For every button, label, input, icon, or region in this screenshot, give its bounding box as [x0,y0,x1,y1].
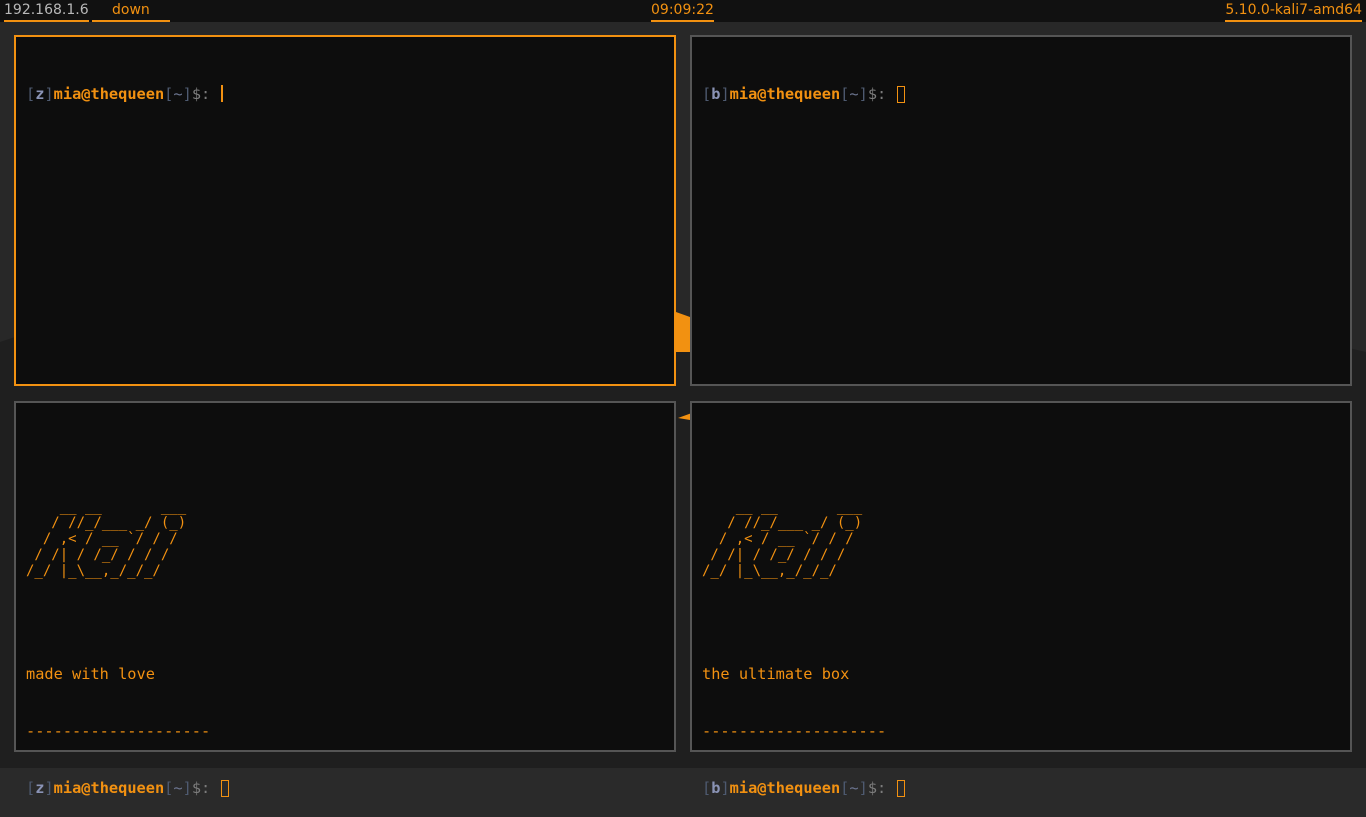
terminal-bottom-left[interactable]: __ __ ___ / //_/___ _/ (_) / ,< / __ `/ … [14,401,676,797]
clock: 09:09:22 [651,0,714,22]
kernel-version: 5.10.0-kali7-amd64 [1225,0,1362,22]
prompt-line: [b]mia@thequeen[~]$: [702,85,1340,104]
text-cursor [897,780,906,797]
prompt-dir: ~ [849,779,859,797]
status-bar: 192.168.1.6 down 09:09:22 5.10.0-kali7-a… [0,0,1366,22]
prompt-user-host: mia@thequeen [53,779,165,797]
session-tag: b [711,779,721,797]
session-tag: z [35,779,45,797]
network-status-indicator[interactable]: down [92,0,170,22]
terminal-top-left[interactable]: [z]mia@thequeen[~]$: [14,35,676,386]
prompt-user-host: mia@thequeen [729,85,841,103]
text-cursor [897,86,906,103]
terminal-bottom-right[interactable]: __ __ ___ / //_/___ _/ (_) / ,< / __ `/ … [690,401,1352,797]
prompt-symbol: $: [191,779,211,797]
prompt-line: [z]mia@thequeen[~]$: [26,85,664,104]
prompt-symbol: $: [867,779,887,797]
prompt-symbol: $: [867,85,887,103]
prompt-user-host: mia@thequeen [729,779,841,797]
motd-divider: -------------------- [702,722,887,740]
prompt-dir: ~ [173,85,183,103]
motd-divider: -------------------- [26,722,211,740]
text-cursor [221,780,230,797]
prompt-user-host: mia@thequeen [53,85,165,103]
prompt-dir: ~ [849,85,859,103]
prompt-dir: ~ [173,779,183,797]
terminal-top-right[interactable]: [b]mia@thequeen[~]$: [690,35,1352,386]
motd-message: made with love [26,665,155,683]
prompt-symbol: $: [191,85,211,103]
ascii-banner: __ __ ___ / //_/___ _/ (_) / ,< / __ `/ … [702,499,863,579]
prompt-line: [z]mia@thequeen[~]$: [26,779,664,798]
text-cursor [221,85,224,102]
prompt-line: [b]mia@thequeen[~]$: [702,779,1340,798]
motd-message: the ultimate box [702,665,850,683]
ascii-banner: __ __ ___ / //_/___ _/ (_) / ,< / __ `/ … [26,499,187,579]
ip-address-indicator: 192.168.1.6 [4,0,89,22]
